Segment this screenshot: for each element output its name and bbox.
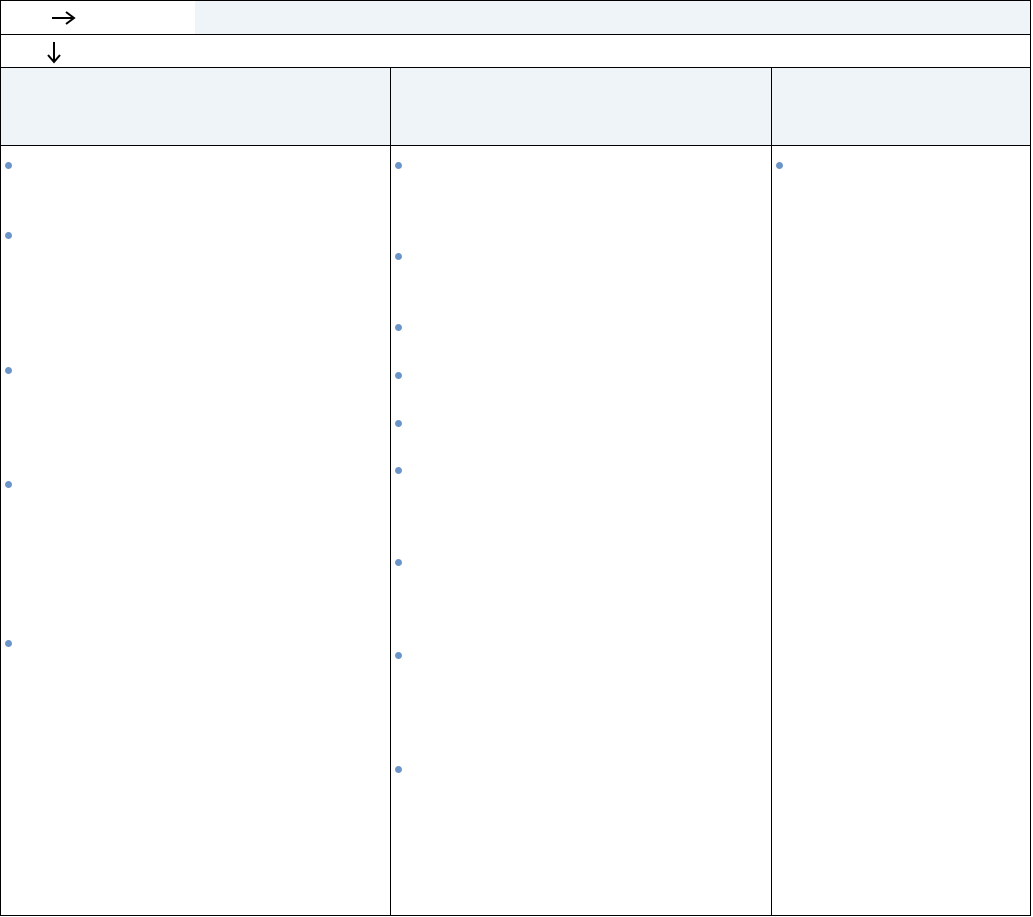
grid-line-col2 <box>771 67 772 916</box>
column-header-2 <box>390 68 771 146</box>
grid-line-col1 <box>390 67 391 916</box>
grid-line-bottom <box>0 915 1031 916</box>
list-bullet <box>5 367 12 374</box>
list-bullet <box>395 652 402 659</box>
list-bullet <box>395 253 402 260</box>
grid-line-header-bottom <box>0 145 1031 146</box>
list-bullet <box>395 420 402 427</box>
list-bullet <box>395 766 402 773</box>
list-bullet <box>395 324 402 331</box>
column-header-3 <box>771 68 1031 146</box>
list-bullet <box>395 162 402 169</box>
top-left-cell <box>0 0 195 34</box>
top-band <box>195 0 1031 34</box>
list-bullet <box>395 559 402 566</box>
grid-line-right <box>1030 0 1031 916</box>
list-bullet <box>5 232 12 239</box>
grid-line-row1 <box>0 34 1031 35</box>
grid-line-left <box>0 0 1 916</box>
column-header-1 <box>0 68 390 146</box>
list-bullet <box>776 162 783 169</box>
list-bullet <box>395 372 402 379</box>
list-bullet <box>5 640 12 647</box>
list-bullet <box>5 162 12 169</box>
arrow-right-icon <box>51 10 77 26</box>
grid-line-row2 <box>0 67 1031 68</box>
grid-line-top <box>0 0 1031 1</box>
list-bullet <box>5 481 12 488</box>
list-bullet <box>395 467 402 474</box>
arrow-down-icon <box>46 41 62 65</box>
